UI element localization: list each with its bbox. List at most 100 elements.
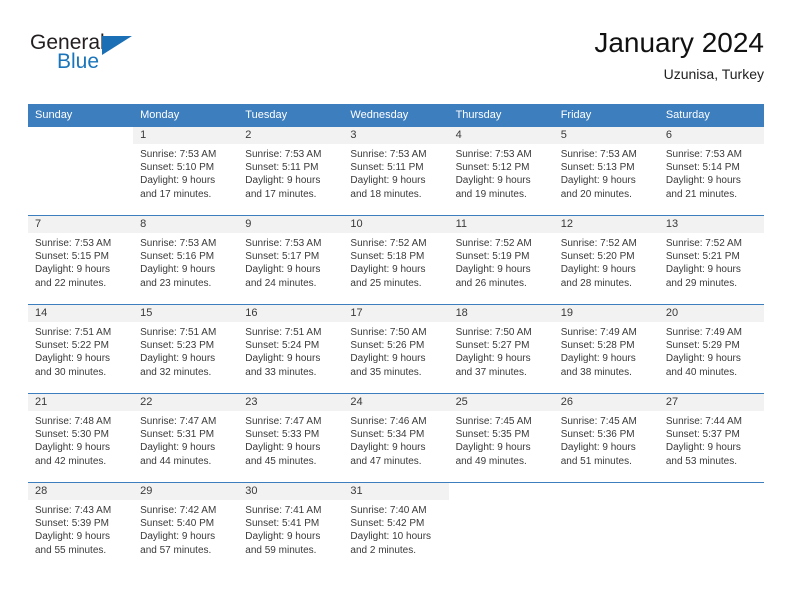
daylight-text-line2: and 24 minutes. (245, 277, 317, 289)
daylight-text-line2: and 53 minutes. (665, 455, 738, 467)
daylight-text-line1: Daylight: 9 hours (140, 264, 216, 276)
day-details (28, 144, 133, 148)
day-cell[interactable]: 21 Sunrise: 7:48 AM Sunset: 5:30 PM Dayl… (28, 393, 134, 483)
daylight-text-line1: Daylight: 9 hours (560, 353, 636, 365)
sunset-text: Sunset: 5:21 PM (665, 251, 740, 263)
day-details: Sunrise: 7:43 AM Sunset: 5:39 PM Dayligh… (28, 500, 133, 557)
day-cell[interactable]: 15 Sunrise: 7:51 AM Sunset: 5:23 PM Dayl… (133, 304, 239, 394)
sunset-text: Sunset: 5:23 PM (140, 340, 215, 352)
day-cell[interactable]: 19 Sunrise: 7:49 AM Sunset: 5:28 PM Dayl… (553, 304, 659, 394)
day-cell[interactable]: 8 Sunrise: 7:53 AM Sunset: 5:16 PM Dayli… (133, 215, 239, 305)
day-cell[interactable]: 16 Sunrise: 7:51 AM Sunset: 5:24 PM Dayl… (238, 304, 344, 394)
day-cell[interactable]: 25 Sunrise: 7:45 AM Sunset: 5:35 PM Dayl… (448, 393, 554, 483)
day-number: 17 (343, 305, 449, 322)
day-cell[interactable]: 2 Sunrise: 7:53 AM Sunset: 5:11 PM Dayli… (238, 126, 344, 216)
day-number: 30 (238, 483, 344, 500)
sunset-text: Sunset: 5:30 PM (35, 429, 109, 441)
day-details: Sunrise: 7:41 AM Sunset: 5:41 PM Dayligh… (238, 500, 343, 557)
day-cell[interactable]: 27 Sunrise: 7:44 AM Sunset: 5:37 PM Dayl… (658, 393, 764, 483)
day-cell[interactable]: 10 Sunrise: 7:52 AM Sunset: 5:18 PM Dayl… (343, 215, 449, 305)
day-number: 31 (343, 483, 449, 500)
day-number: 6 (658, 127, 764, 144)
daylight-text-line1: Daylight: 9 hours (35, 442, 111, 454)
day-details: Sunrise: 7:40 AM Sunset: 5:42 PM Dayligh… (343, 500, 448, 557)
day-cell[interactable]: 12 Sunrise: 7:52 AM Sunset: 5:20 PM Dayl… (553, 215, 659, 305)
sunrise-text: Sunrise: 7:42 AM (140, 505, 217, 516)
day-number: 10 (343, 216, 449, 233)
day-number: 26 (553, 394, 659, 411)
daylight-text-line1: Daylight: 9 hours (35, 264, 111, 276)
month-calendar: Sunday Monday Tuesday Wednesday Thursday… (28, 104, 764, 572)
sunrise-text: Sunrise: 7:53 AM (560, 149, 637, 160)
day-number: 14 (28, 305, 134, 322)
day-details: Sunrise: 7:47 AM Sunset: 5:31 PM Dayligh… (133, 411, 238, 468)
day-cell[interactable]: 23 Sunrise: 7:47 AM Sunset: 5:33 PM Dayl… (238, 393, 344, 483)
daylight-text-line1: Daylight: 9 hours (35, 353, 111, 365)
day-details (554, 500, 659, 504)
page-title: January 2024 (594, 27, 764, 58)
daylight-text-line1: Daylight: 9 hours (245, 264, 321, 276)
day-cell[interactable]: 14 Sunrise: 7:51 AM Sunset: 5:22 PM Dayl… (28, 304, 134, 394)
day-details: Sunrise: 7:49 AM Sunset: 5:29 PM Dayligh… (659, 322, 764, 379)
daylight-text-line2: and 2 minutes. (350, 544, 417, 556)
day-cell[interactable]: 7 Sunrise: 7:53 AM Sunset: 5:15 PM Dayli… (28, 215, 134, 305)
sunrise-text: Sunrise: 7:51 AM (35, 327, 112, 338)
day-cell[interactable]: 28 Sunrise: 7:43 AM Sunset: 5:39 PM Dayl… (28, 482, 134, 572)
daylight-text-line1: Daylight: 9 hours (245, 353, 321, 365)
day-details: Sunrise: 7:51 AM Sunset: 5:22 PM Dayligh… (28, 322, 133, 379)
day-cell[interactable]: 30 Sunrise: 7:41 AM Sunset: 5:41 PM Dayl… (238, 482, 344, 572)
day-cell[interactable]: 18 Sunrise: 7:50 AM Sunset: 5:27 PM Dayl… (448, 304, 554, 394)
day-details: Sunrise: 7:46 AM Sunset: 5:34 PM Dayligh… (343, 411, 448, 468)
day-details: Sunrise: 7:52 AM Sunset: 5:18 PM Dayligh… (343, 233, 448, 290)
day-cell[interactable]: 22 Sunrise: 7:47 AM Sunset: 5:31 PM Dayl… (133, 393, 239, 483)
day-cell[interactable]: 29 Sunrise: 7:42 AM Sunset: 5:40 PM Dayl… (133, 482, 239, 572)
sunrise-text: Sunrise: 7:44 AM (665, 416, 742, 427)
day-details: Sunrise: 7:49 AM Sunset: 5:28 PM Dayligh… (554, 322, 659, 379)
daylight-text-line2: and 19 minutes. (455, 188, 527, 200)
day-number (658, 483, 764, 500)
sunset-text: Sunset: 5:42 PM (350, 518, 425, 530)
sunrise-text: Sunrise: 7:47 AM (140, 416, 217, 427)
daylight-text-line1: Daylight: 9 hours (140, 175, 216, 187)
day-cell[interactable]: 11 Sunrise: 7:52 AM Sunset: 5:19 PM Dayl… (448, 215, 554, 305)
day-cell[interactable]: 24 Sunrise: 7:46 AM Sunset: 5:34 PM Dayl… (343, 393, 449, 483)
sunset-text: Sunset: 5:26 PM (350, 340, 425, 352)
day-cell-empty (553, 482, 659, 572)
daylight-text-line1: Daylight: 9 hours (560, 264, 636, 276)
day-cell[interactable]: 4 Sunrise: 7:53 AM Sunset: 5:12 PM Dayli… (448, 126, 554, 216)
daylight-text-line2: and 38 minutes. (560, 366, 632, 378)
day-cell[interactable]: 17 Sunrise: 7:50 AM Sunset: 5:26 PM Dayl… (343, 304, 449, 394)
day-cell[interactable]: 20 Sunrise: 7:49 AM Sunset: 5:29 PM Dayl… (658, 304, 764, 394)
daylight-text-line1: Daylight: 9 hours (455, 264, 531, 276)
weekday-header-sunday: Sunday (28, 104, 134, 127)
day-cell[interactable]: 3 Sunrise: 7:53 AM Sunset: 5:11 PM Dayli… (343, 126, 449, 216)
sunset-text: Sunset: 5:31 PM (140, 429, 215, 441)
day-number: 23 (238, 394, 344, 411)
sunrise-text: Sunrise: 7:49 AM (665, 327, 742, 338)
day-cell[interactable]: 26 Sunrise: 7:45 AM Sunset: 5:36 PM Dayl… (553, 393, 659, 483)
sunset-text: Sunset: 5:12 PM (455, 162, 530, 174)
day-number: 16 (238, 305, 344, 322)
daylight-text-line1: Daylight: 9 hours (245, 531, 321, 543)
daylight-text-line1: Daylight: 9 hours (245, 175, 321, 187)
weekday-header-monday: Monday (133, 104, 239, 127)
sunset-text: Sunset: 5:10 PM (140, 162, 215, 174)
day-cell[interactable]: 13 Sunrise: 7:52 AM Sunset: 5:21 PM Dayl… (658, 215, 764, 305)
sunset-text: Sunset: 5:16 PM (140, 251, 215, 263)
day-details: Sunrise: 7:53 AM Sunset: 5:11 PM Dayligh… (343, 144, 448, 201)
general-blue-logo[interactable]: General Blue (28, 32, 288, 92)
sunset-text: Sunset: 5:14 PM (665, 162, 740, 174)
day-cell[interactable]: 9 Sunrise: 7:53 AM Sunset: 5:17 PM Dayli… (238, 215, 344, 305)
sunrise-text: Sunrise: 7:46 AM (350, 416, 427, 427)
day-cell[interactable]: 5 Sunrise: 7:53 AM Sunset: 5:13 PM Dayli… (553, 126, 659, 216)
day-details: Sunrise: 7:53 AM Sunset: 5:13 PM Dayligh… (554, 144, 659, 201)
day-cell[interactable]: 1 Sunrise: 7:53 AM Sunset: 5:10 PM Dayli… (133, 126, 239, 216)
day-cell[interactable]: 31 Sunrise: 7:40 AM Sunset: 5:42 PM Dayl… (343, 482, 449, 572)
weekday-header-thursday: Thursday (448, 104, 554, 127)
daylight-text-line2: and 29 minutes. (665, 277, 738, 289)
day-cell[interactable]: 6 Sunrise: 7:53 AM Sunset: 5:14 PM Dayli… (658, 126, 764, 216)
daylight-text-line2: and 17 minutes. (140, 188, 212, 200)
daylight-text-line1: Daylight: 9 hours (455, 353, 531, 365)
day-details: Sunrise: 7:53 AM Sunset: 5:16 PM Dayligh… (133, 233, 238, 290)
sunset-text: Sunset: 5:39 PM (35, 518, 109, 530)
